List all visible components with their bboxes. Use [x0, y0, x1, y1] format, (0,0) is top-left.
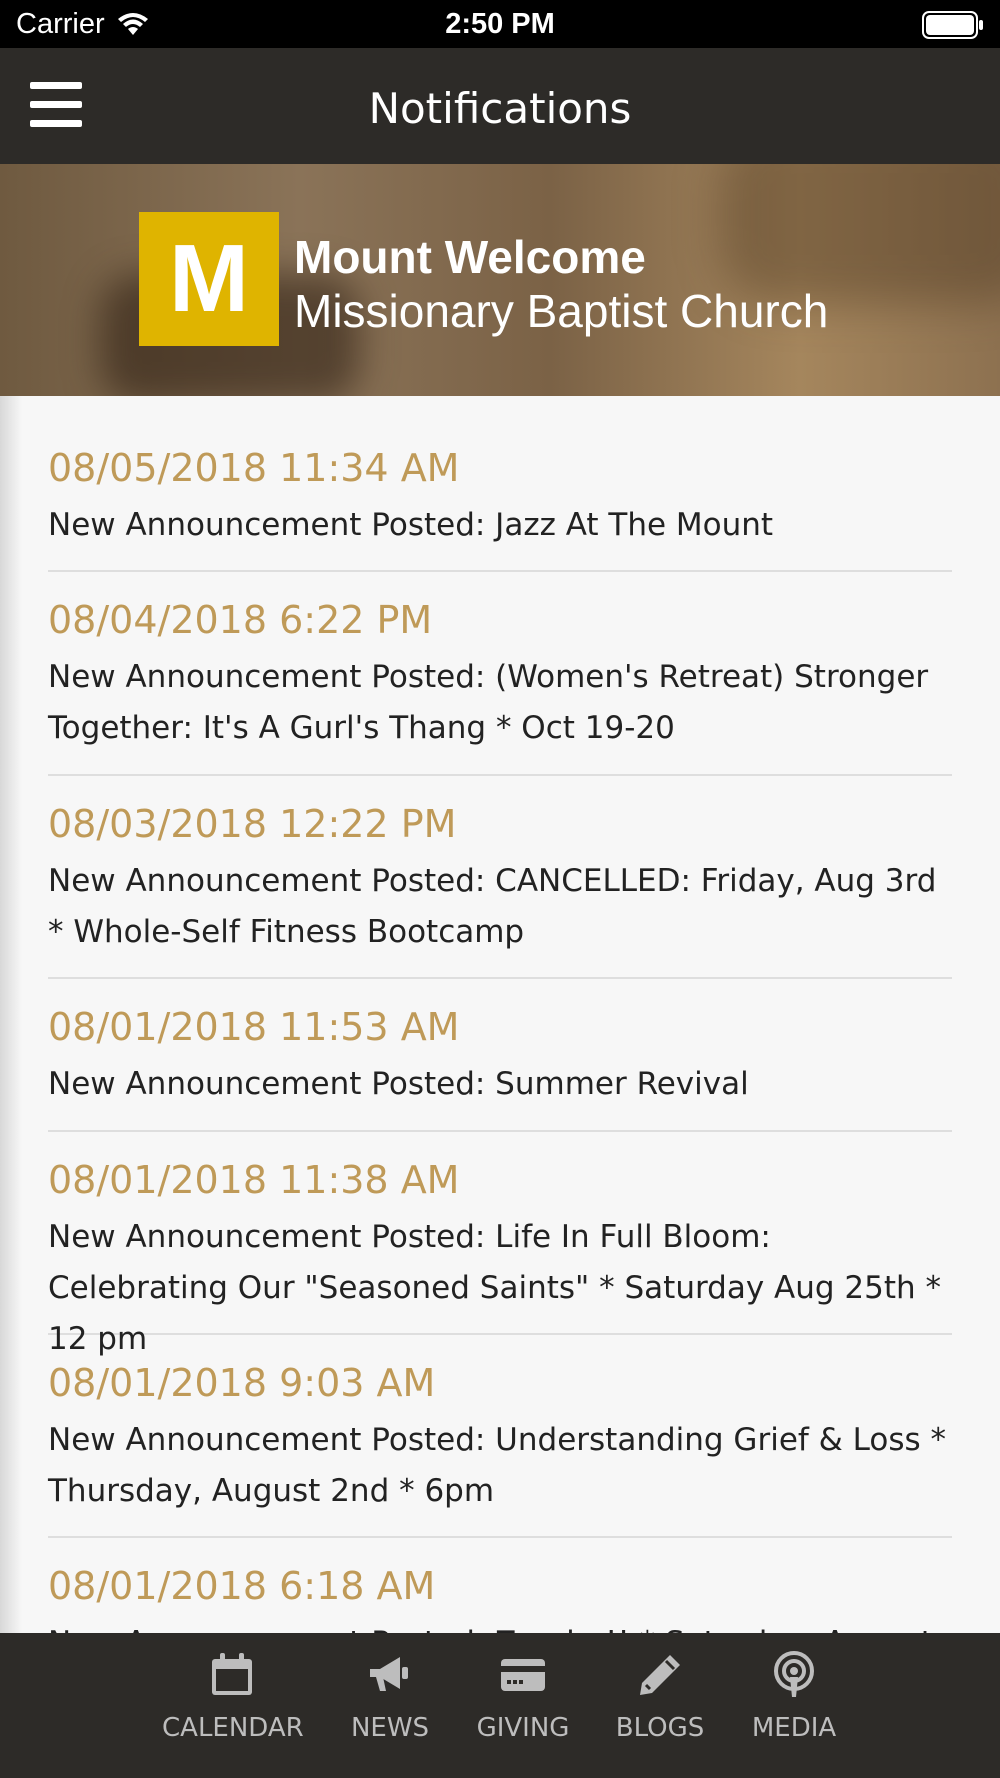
notification-date: 08/01/2018 9:03 AM [48, 1361, 436, 1405]
notification-text: New Announcement Posted: Understanding G… [48, 1422, 947, 1509]
tab-label: NEWS [350, 1713, 430, 1743]
tab-label: GIVING [476, 1713, 570, 1743]
page-title: Notifications [368, 84, 632, 133]
notification-list[interactable]: 08/05/2018 11:34 AM New Announcement Pos… [0, 396, 1000, 1633]
notification-text: New Announcement Posted: CANCELLED: Frid… [48, 863, 937, 950]
notification-item[interactable]: 08/01/2018 11:53 AM New Announcement Pos… [48, 979, 952, 1132]
pencil-icon [640, 1655, 680, 1695]
notification-date: 08/03/2018 12:22 PM [48, 802, 457, 846]
tab-label: BLOGS [615, 1713, 705, 1743]
notification-item[interactable]: 08/03/2018 12:22 PM New Announcement Pos… [48, 776, 952, 979]
notification-item[interactable]: 08/05/2018 11:34 AM New Announcement Pos… [48, 396, 952, 572]
notification-text: New Announcement Posted: Summer Revival [48, 1066, 749, 1102]
notification-text: New Announcement Posted: Zumba!! * Satur… [48, 1618, 952, 1633]
credit-card-icon [501, 1659, 545, 1691]
tab-news[interactable]: NEWS [340, 1651, 440, 1743]
notification-text: New Announcement Posted: (Women's Retrea… [48, 659, 929, 746]
notification-date: 08/05/2018 11:34 AM [48, 446, 460, 490]
notification-date: 08/04/2018 6:22 PM [48, 598, 433, 642]
tab-label: MEDIA [751, 1713, 837, 1743]
megaphone-icon [370, 1657, 408, 1691]
notification-date: 08/01/2018 11:38 AM [48, 1158, 460, 1202]
notification-text: New Announcement Posted: Jazz At The Mou… [48, 507, 774, 543]
nav-bar: Notifications [0, 48, 1000, 164]
tab-blogs[interactable]: BLOGS [610, 1651, 710, 1743]
tab-calendar[interactable]: CALENDAR [162, 1651, 304, 1743]
church-banner: M Mount Welcome Missionary Baptist Churc… [0, 164, 1000, 396]
status-bar: Carrier 2:50 PM [0, 0, 1000, 48]
battery-icon [922, 11, 983, 39]
calendar-icon [212, 1653, 252, 1695]
bottom-tab-bar: CALENDAR NEWS GIVING BLOGS MEDIA [0, 1633, 1000, 1778]
notification-item[interactable]: 08/01/2018 6:18 AM New Announcement Post… [48, 1538, 952, 1633]
status-time: 2:50 PM [445, 8, 555, 40]
church-name-line1: Mount Welcome [294, 231, 646, 283]
notification-item[interactable]: 08/01/2018 11:38 AM New Announcement Pos… [48, 1132, 952, 1357]
tab-label: CALENDAR [162, 1713, 304, 1743]
notification-date: 08/01/2018 6:18 AM [48, 1564, 436, 1608]
church-name-line2: Missionary Baptist Church [294, 285, 829, 337]
notification-item[interactable]: 08/01/2018 9:03 AM New Announcement Post… [48, 1335, 952, 1538]
notification-date: 08/01/2018 11:53 AM [48, 1005, 460, 1049]
tab-giving[interactable]: GIVING [468, 1651, 578, 1743]
church-logo: M [139, 212, 279, 346]
tab-media[interactable]: MEDIA [744, 1651, 844, 1743]
podcast-icon [774, 1651, 814, 1697]
notification-item[interactable]: 08/04/2018 6:22 PM New Announcement Post… [48, 572, 952, 776]
